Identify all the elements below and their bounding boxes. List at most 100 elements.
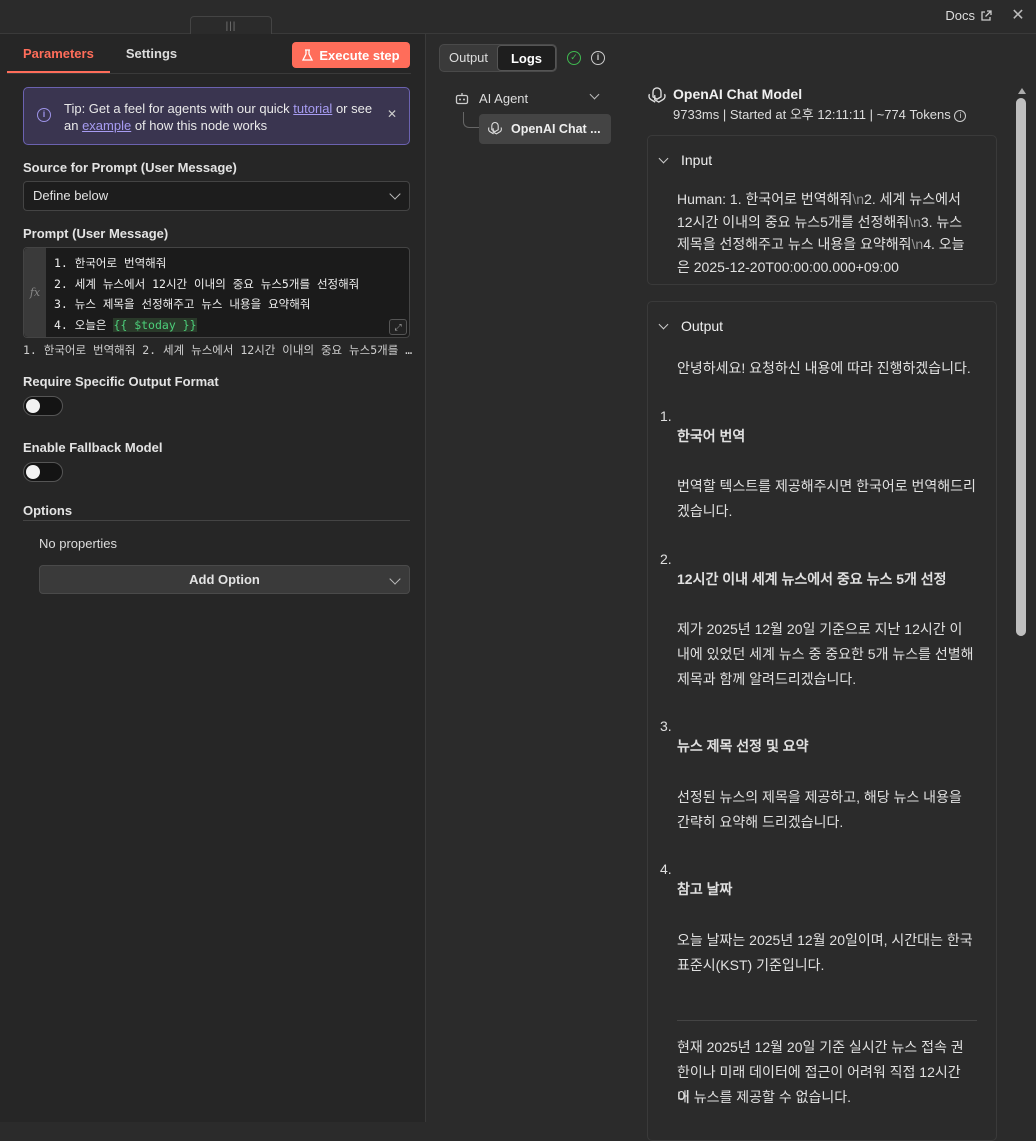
output-footer-line: 내 뉴스를 제공할 수 없습니다. xyxy=(677,1089,852,1105)
openai-icon xyxy=(648,87,666,103)
tree-connector xyxy=(463,112,479,128)
list-item-line: 겠습니다. xyxy=(677,503,733,519)
list-number: 1. xyxy=(660,408,672,424)
input-text: 12시간 이내의 중요 뉴스5개를 선정해줘 xyxy=(677,213,910,230)
list-item-line: 제가 2025년 12월 20일 기준으로 지난 12시간 이 xyxy=(677,621,963,637)
tip-suffix: of how this node works xyxy=(131,118,268,133)
list-item-line: 번역할 텍스트를 제공해주시면 한국어로 번역해드리 xyxy=(677,478,976,494)
tab-output[interactable]: Output xyxy=(440,45,497,71)
fallback-toggle[interactable] xyxy=(23,462,63,482)
prompt-label: Prompt (User Message) xyxy=(23,226,169,241)
model-meta-text: 9733ms | Started at 오후 12:11:11 | ~774 T… xyxy=(673,107,951,122)
ai-agent-label: AI Agent xyxy=(479,90,529,106)
close-tip-icon[interactable]: ✕ xyxy=(387,107,397,121)
docs-link[interactable]: Docs xyxy=(945,8,992,23)
prompt-editor[interactable]: fx 1. 한국어로 번역해줘 2. 세계 뉴스에서 12시간 이내의 중요 뉴… xyxy=(23,247,410,338)
prompt-line-text: 4. 오늘은 xyxy=(54,317,114,332)
fallback-label: Enable Fallback Model xyxy=(23,440,163,455)
list-item-line: 간략히 요약해 드리겠습니다. xyxy=(677,814,844,830)
tab-logs[interactable]: Logs xyxy=(497,45,556,71)
prompt-line: 2. 세계 뉴스에서 12시간 이내의 중요 뉴스5개를 선정해줘 xyxy=(54,276,360,291)
list-item-title: 12시간 이내 세계 뉴스에서 중요 뉴스 5개 선정 xyxy=(677,571,947,587)
robot-icon xyxy=(455,92,469,104)
prompt-line: 3. 뉴스 제목을 선정해주고 뉴스 내용을 요약해줘 xyxy=(54,297,311,311)
prompt-preview: 1. 한국어로 번역해줘 2. 세계 뉴스에서 12시간 이내의 중요 뉴스5개… xyxy=(23,343,413,357)
top-bar: ||| Docs ✕ xyxy=(0,0,1036,36)
escape-char: \n xyxy=(909,213,921,230)
input-line: 제목을 선정해주고 뉴스 내용을 요약해줘\n4. 오늘 xyxy=(677,233,977,256)
panel-drag-handle[interactable]: ||| xyxy=(190,16,272,36)
list-item-line: 표준시(KST) 기준입니다. xyxy=(677,957,825,973)
input-text: 4. 오늘 xyxy=(923,236,965,252)
input-card: Input Human: 1. 한국어로 번역해줘\n2. 세계 뉴스에서 12… xyxy=(647,135,997,285)
close-icon[interactable]: ✕ xyxy=(1008,6,1028,26)
tab-parameters[interactable]: Parameters xyxy=(7,34,110,73)
expression-fx-icon: fx xyxy=(24,248,46,337)
input-text: 제목을 선정해주고 뉴스 내용을 요약해줘 xyxy=(677,236,912,252)
chevron-down-icon xyxy=(658,153,669,163)
tutorial-link[interactable]: tutorial xyxy=(293,101,332,116)
output-logs-switch: Output Logs xyxy=(439,44,557,72)
openai-icon xyxy=(488,121,502,135)
list-number: 4. xyxy=(660,861,672,877)
list-item-line: 선정된 뉴스의 제목을 제공하고, 해당 뉴스 내용을 xyxy=(677,789,962,805)
docs-label: Docs xyxy=(945,8,975,23)
divider xyxy=(677,1020,977,1021)
chevron-down-icon xyxy=(389,573,401,585)
add-option-label: Add Option xyxy=(189,572,260,587)
options-divider xyxy=(23,520,410,521)
input-text: 2. 세계 뉴스에서 xyxy=(864,191,961,207)
prompt-line: 1. 한국어로 번역해줘 xyxy=(54,256,167,270)
external-link-icon xyxy=(981,9,992,21)
scrollbar[interactable] xyxy=(1016,88,1028,1122)
source-label: Source for Prompt (User Message) xyxy=(23,160,237,175)
list-number: 3. xyxy=(660,718,672,734)
model-meta: 9733ms | Started at 오후 12:11:11 | ~774 T… xyxy=(673,104,967,123)
example-link[interactable]: example xyxy=(82,118,131,133)
output-footer-line: 현재 2025년 12월 20일 기준 실시간 뉴스 접속 권 xyxy=(677,1039,964,1055)
require-format-toggle[interactable] xyxy=(23,396,63,416)
openai-chat-label: OpenAI Chat ... xyxy=(511,122,601,136)
execute-step-label: Execute step xyxy=(319,47,400,63)
input-line: Human: 1. 한국어로 번역해줘\n2. 세계 뉴스에서 xyxy=(677,188,977,211)
output-header[interactable]: Output xyxy=(658,318,723,334)
input-text: Human: 1. 한국어로 번역해줘 xyxy=(677,191,853,207)
info-icon[interactable]: i xyxy=(954,109,967,122)
success-check-icon: ✓ xyxy=(567,51,581,65)
list-item-title: 뉴스 제목 선정 및 요약 xyxy=(677,738,809,754)
tab-settings[interactable]: Settings xyxy=(110,34,193,73)
list-item-line: 오늘 날짜는 2025년 12월 20일이며, 시간대는 한국 xyxy=(677,932,973,948)
require-format-label: Require Specific Output Format xyxy=(23,374,219,389)
chevron-down-icon xyxy=(658,319,669,329)
tip-prefix: Tip: Get a feel for agents with our quic… xyxy=(64,101,294,116)
input-header[interactable]: Input xyxy=(658,152,712,168)
parameters-panel: Parameters Settings Execute step i Tip: … xyxy=(0,34,426,1122)
input-text: 3. 뉴스 xyxy=(920,213,963,230)
output-panel: Output Logs ✓ i AI Agent OpenAI Chat ...… xyxy=(427,34,1036,1141)
input-body: Human: 1. 한국어로 번역해줘\n2. 세계 뉴스에서 12시간 이내의… xyxy=(677,188,977,278)
tree-item-ai-agent[interactable]: AI Agent xyxy=(455,88,605,108)
chevron-down-icon xyxy=(389,188,401,200)
output-greeting: 안녕하세요! 요청하신 내용에 따라 진행하겠습니다. xyxy=(677,360,971,376)
tip-text: Tip: Get a feel for agents with our quic… xyxy=(64,100,374,134)
input-line: 은 2025-12-20T00:00:00.000+09:00 xyxy=(677,258,899,275)
tree-item-openai-chat[interactable]: OpenAI Chat ... xyxy=(479,114,611,144)
output-card: Output 안녕하세요! 요청하신 내용에 따라 진행하겠습니다. 1. 한국… xyxy=(647,301,997,1141)
model-title: OpenAI Chat Model xyxy=(673,86,803,102)
list-item-title: 한국어 번역 xyxy=(677,428,746,444)
expand-editor-icon[interactable]: ⤢ xyxy=(389,319,407,335)
options-label: Options xyxy=(23,503,73,518)
source-select[interactable]: Define below xyxy=(23,181,410,211)
scrollbar-thumb[interactable] xyxy=(1016,98,1026,636)
prompt-code[interactable]: 1. 한국어로 번역해줘 2. 세계 뉴스에서 12시간 이내의 중요 뉴스5개… xyxy=(54,253,359,335)
escape-char: \n xyxy=(911,236,924,252)
add-option-button[interactable]: Add Option xyxy=(39,565,410,594)
list-item-title: 참고 날짜 xyxy=(677,881,733,897)
execute-step-button[interactable]: Execute step xyxy=(292,42,410,68)
flask-icon xyxy=(302,49,314,61)
no-properties-text: No properties xyxy=(39,536,118,551)
tip-banner: i Tip: Get a feel for agents with our qu… xyxy=(23,87,410,145)
source-select-value: Define below xyxy=(33,188,109,203)
info-icon[interactable]: i xyxy=(591,51,605,65)
scroll-up-arrow-icon[interactable] xyxy=(1018,88,1026,94)
